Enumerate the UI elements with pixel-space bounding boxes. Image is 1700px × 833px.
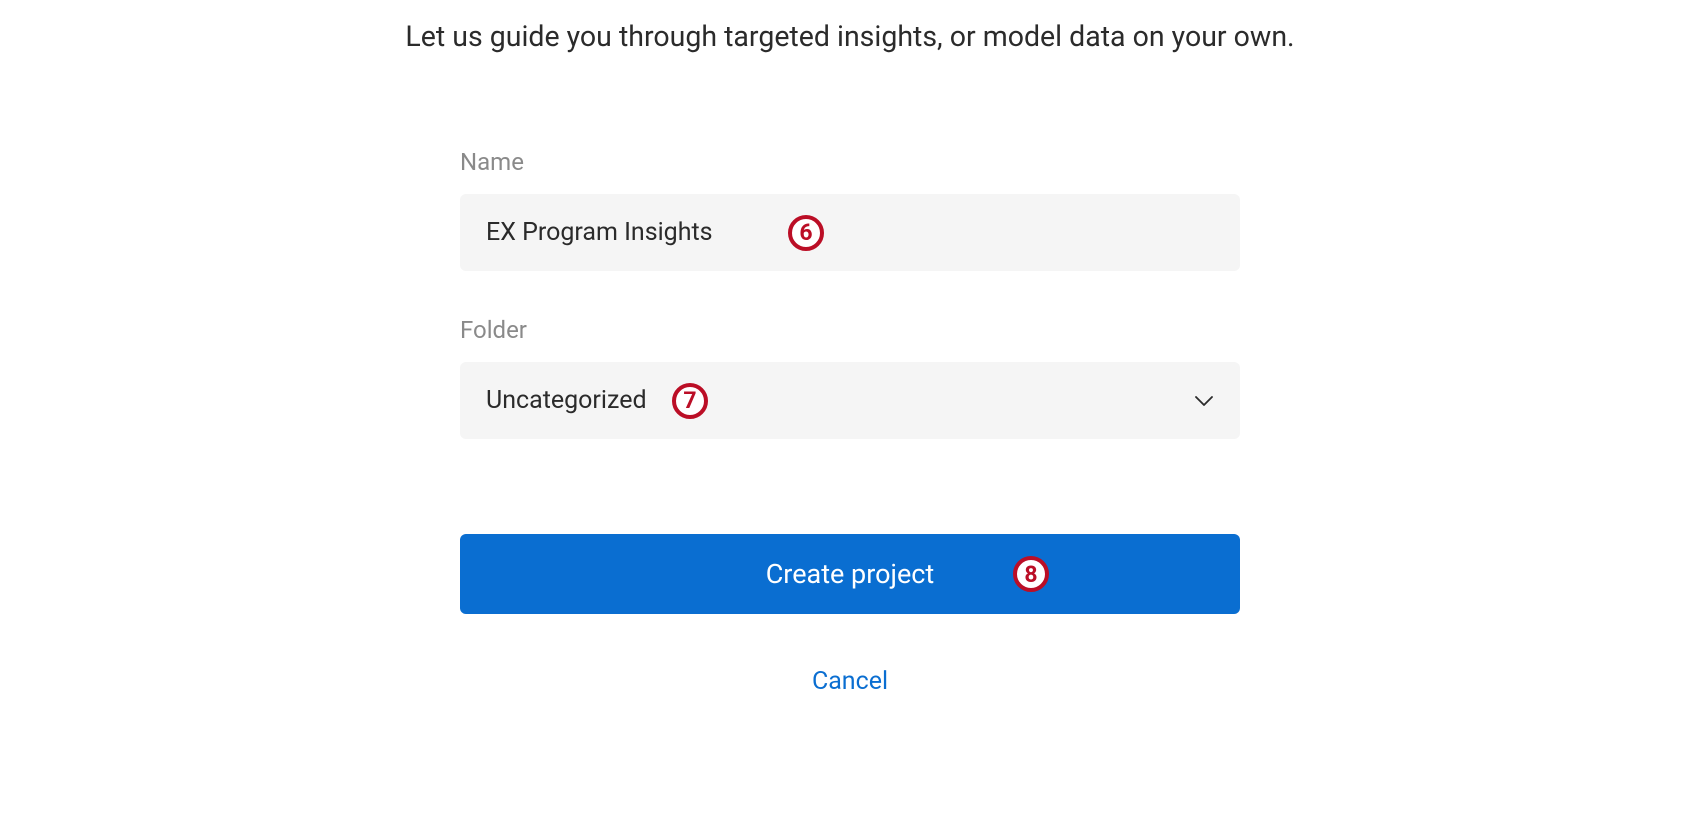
name-input[interactable] <box>460 194 1240 271</box>
folder-select-value: Uncategorized <box>486 386 647 415</box>
chevron-down-icon <box>1194 391 1214 411</box>
create-project-label: Create project <box>766 558 935 590</box>
name-label: Name <box>460 148 1240 176</box>
folder-select[interactable]: Uncategorized 7 <box>460 362 1240 439</box>
form-container: Let us guide you through targeted insigh… <box>0 0 1700 704</box>
form-wrapper: Name 6 Folder Uncategorized 7 Create pro… <box>460 148 1240 704</box>
button-group: Create project 8 Cancel <box>460 534 1240 704</box>
name-field-group: Name 6 <box>460 148 1240 271</box>
annotation-badge-7: 7 <box>672 383 708 419</box>
page-heading: Let us guide you through targeted insigh… <box>0 20 1700 53</box>
create-project-button[interactable]: Create project 8 <box>460 534 1240 614</box>
folder-field-group: Folder Uncategorized 7 <box>460 316 1240 439</box>
cancel-button[interactable]: Cancel <box>460 659 1240 704</box>
annotation-badge-8: 8 <box>1013 556 1049 592</box>
folder-label: Folder <box>460 316 1240 344</box>
